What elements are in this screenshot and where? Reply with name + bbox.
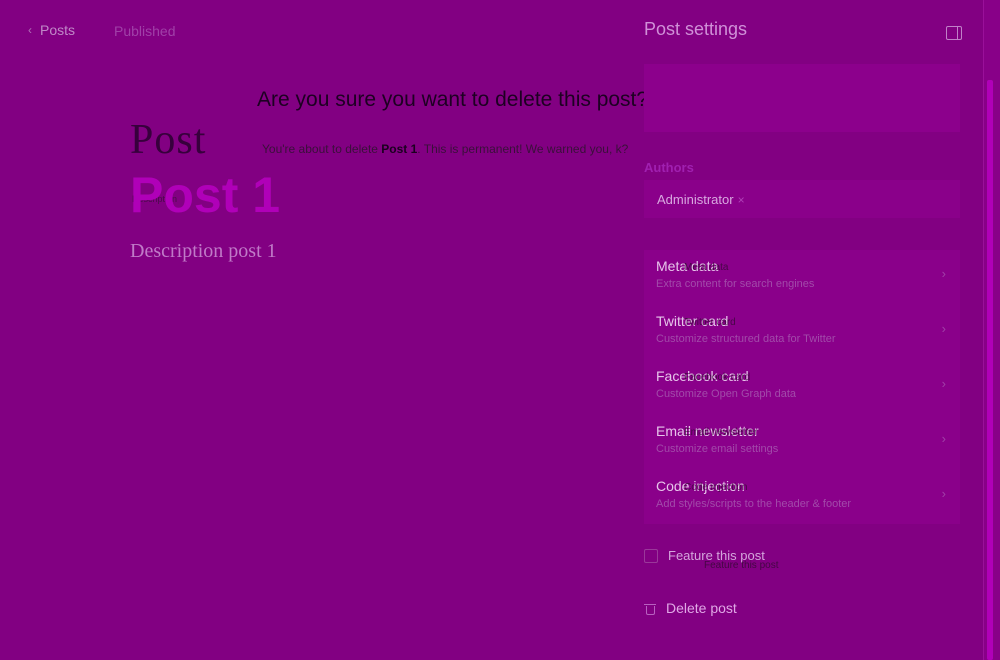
trash-icon (644, 602, 656, 615)
menu-email-newsletter[interactable]: Email newsletter Customize email setting… (644, 415, 960, 469)
chevron-right-icon: › (941, 431, 946, 446)
menu-item-ghost: Email newsletter (684, 427, 758, 438)
post-body-editor[interactable]: Description post 1 (130, 240, 277, 263)
menu-code-injection[interactable]: Code injection Add styles/scripts to the… (644, 470, 960, 524)
menu-meta-data[interactable]: Meta data Extra content for search engin… (644, 250, 960, 304)
modal-body-suffix: . This is permanent! We warned you, k? (417, 142, 629, 156)
menu-item-desc: Add styles/scripts to the header & foote… (656, 498, 852, 510)
menu-item-desc: Customize structured data for Twitter (656, 333, 836, 345)
modal-body-prefix: You're about to delete (262, 142, 382, 156)
back-label: Posts (40, 22, 76, 38)
settings-top-box (644, 64, 960, 132)
menu-twitter-card[interactable]: Twitter card Customize structured data f… (644, 305, 960, 359)
chevron-left-icon: ‹ (28, 23, 32, 37)
delete-modal-title: Are you sure you want to delete this pos… (257, 88, 649, 111)
delete-modal-body: You're about to delete Post 1. This is p… (262, 142, 628, 156)
chevron-right-icon: › (941, 376, 946, 391)
post-status: Published (114, 23, 176, 39)
menu-item-ghost: Twitter card (684, 317, 736, 328)
author-token: Administrator × (657, 192, 745, 207)
remove-author-icon[interactable]: × (738, 193, 745, 207)
settings-menu: Meta data Extra content for search engin… (644, 250, 960, 524)
chevron-right-icon: › (941, 486, 946, 501)
post-settings-panel: Post settings Authors Administrator × Met… (624, 0, 984, 660)
chevron-right-icon: › (941, 321, 946, 336)
scrollbar[interactable] (983, 0, 1000, 660)
checkbox-icon[interactable] (644, 548, 658, 563)
modal-post-name: Post 1 (381, 142, 418, 156)
authors-field[interactable]: Administrator × (644, 180, 960, 218)
back-to-posts-link[interactable]: ‹ Posts (28, 22, 75, 38)
menu-item-desc: Customize Open Graph data (656, 388, 797, 400)
menu-item-desc: Customize email settings (656, 443, 779, 455)
menu-item-ghost: Code injection (684, 482, 748, 493)
scrollbar-thumb[interactable] (987, 80, 993, 660)
delete-label: Delete post (666, 600, 737, 616)
authors-label: Authors (644, 160, 694, 175)
sidebar-toggle-icon[interactable] (946, 26, 962, 40)
menu-item-ghost: Facebook card (684, 372, 751, 383)
post-title-input[interactable]: Post 1 (130, 166, 280, 224)
feature-ghost-text: Feature this post (704, 560, 779, 571)
author-name: Administrator (657, 192, 734, 207)
panel-title: Post settings (644, 19, 748, 39)
menu-item-ghost: Meta data (684, 262, 729, 273)
menu-facebook-card[interactable]: Facebook card Customize Open Graph data … (644, 360, 960, 414)
chevron-right-icon: › (941, 266, 946, 281)
delete-post-button[interactable]: Delete post (644, 600, 737, 616)
menu-item-desc: Extra content for search engines (656, 278, 815, 290)
editor-topbar: ‹ Posts Published (0, 0, 620, 64)
ghost-title: Post (130, 117, 207, 163)
